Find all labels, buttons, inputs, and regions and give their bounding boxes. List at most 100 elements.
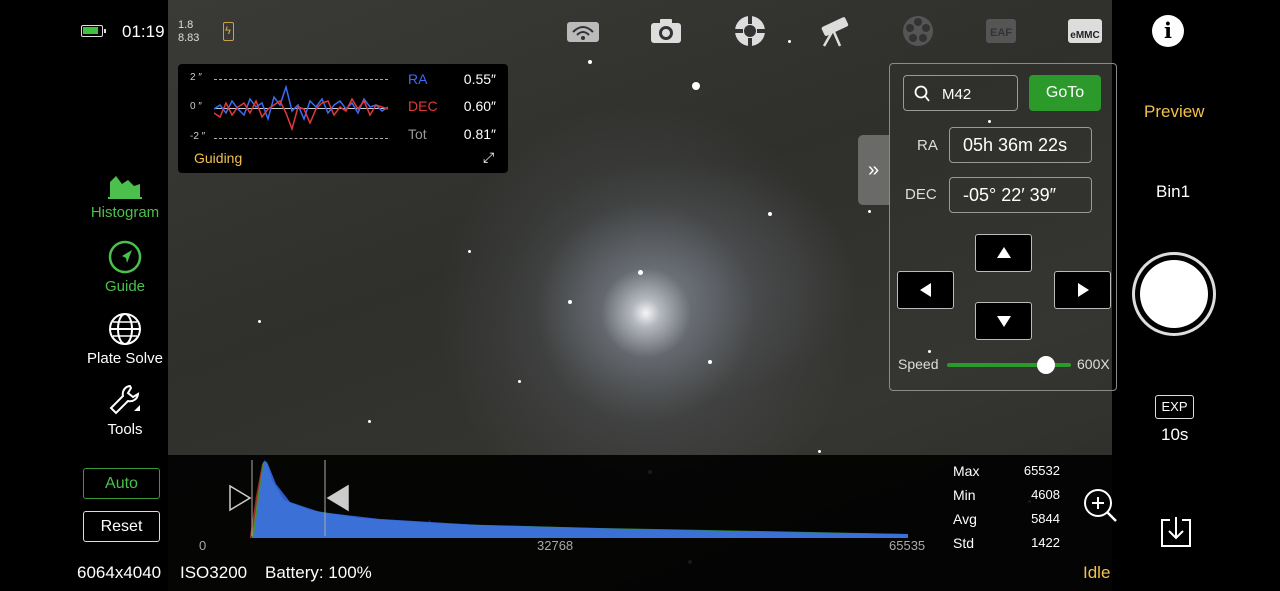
speed-slider-knob[interactable] xyxy=(1037,356,1056,374)
telescope-icon[interactable] xyxy=(816,14,852,48)
move-up-button[interactable] xyxy=(975,234,1032,272)
globe-icon xyxy=(109,313,141,345)
small-readout: 1.8 8.83 xyxy=(178,19,199,45)
stat-min-label: Min xyxy=(953,487,976,503)
speed-label: Speed xyxy=(898,356,939,372)
star xyxy=(368,420,371,423)
move-down-button[interactable] xyxy=(975,302,1032,340)
star xyxy=(518,380,521,383)
guide-dec-value: 0.60″ xyxy=(463,98,496,114)
histogram-blue xyxy=(254,460,908,538)
guide-y-tick-bottom: -2 ″ xyxy=(190,131,206,142)
download-icon[interactable] xyxy=(1158,514,1194,550)
dec-label: DEC xyxy=(905,186,937,203)
guide-dec-line xyxy=(214,97,388,132)
reset-button[interactable]: Reset xyxy=(83,511,160,542)
move-right-button[interactable] xyxy=(1054,271,1111,309)
tool-plate-solve[interactable]: Plate Solve xyxy=(63,312,187,367)
filter-wheel-icon[interactable] xyxy=(900,14,936,48)
star xyxy=(588,60,592,64)
guide-tot-value: 0.81″ xyxy=(463,126,496,142)
emmc-label: eMMC xyxy=(1070,30,1099,41)
guide-tot-label: Tot xyxy=(408,126,427,142)
black-point-handle[interactable] xyxy=(229,484,252,512)
ra-field[interactable]: 05h 36m 22s xyxy=(949,127,1092,163)
camera-icon[interactable] xyxy=(648,14,684,48)
stat-max-label: Max xyxy=(953,463,980,479)
mount-icon[interactable] xyxy=(732,14,768,48)
stat-avg-value: 5844 xyxy=(1031,511,1060,526)
histogram-tick-mid: 32768 xyxy=(537,538,574,553)
guide-graph xyxy=(214,84,388,132)
guide-icon xyxy=(108,240,142,274)
collapse-panel-button[interactable]: » xyxy=(858,135,889,205)
emmc-icon[interactable]: eMMC xyxy=(1066,14,1104,48)
stat-avg-label: Avg xyxy=(953,511,977,527)
goto-button[interactable]: GoTo xyxy=(1029,75,1101,111)
goto-panel: GoTo RA 05h 36m 22s DEC -05° 22′ 39″ Spe… xyxy=(889,63,1117,391)
battery-status: Battery: 100% xyxy=(265,563,372,582)
small-readout-bottom: 8.83 xyxy=(178,32,200,44)
star xyxy=(768,212,772,216)
tool-histogram[interactable]: Histogram xyxy=(63,172,187,221)
clock: 01:19 xyxy=(122,22,165,41)
tool-tools-label: Tools xyxy=(107,421,143,438)
wifi-icon[interactable] xyxy=(565,14,601,48)
search-input[interactable] xyxy=(942,83,1014,105)
star xyxy=(468,250,471,253)
zoom-in-icon[interactable] xyxy=(1082,487,1118,523)
shutter-button[interactable] xyxy=(1132,252,1216,336)
stat-std-value: 1422 xyxy=(1031,535,1060,550)
star xyxy=(708,360,712,364)
tool-plate-solve-label: Plate Solve xyxy=(87,350,163,367)
exp-value[interactable]: 10s xyxy=(1161,425,1188,445)
guiding-title: Guiding xyxy=(194,150,243,166)
stat-max-value: 65532 xyxy=(1023,463,1060,478)
guide-ra-value: 0.55″ xyxy=(463,71,496,87)
guiding-panel[interactable]: 2 ″ 0 ″ -2 ″ RA 0.55″ DEC 0.60″ Tot 0.81… xyxy=(178,64,508,173)
ra-label: RA xyxy=(917,137,938,154)
arrow-right-icon xyxy=(1077,283,1089,297)
guide-y-tick-top: 2 ″ xyxy=(190,72,202,83)
move-left-button[interactable] xyxy=(897,271,954,309)
bin-setting[interactable]: Bin1 xyxy=(1156,182,1190,202)
histogram-tick-0: 0 xyxy=(199,538,207,553)
wrench-icon xyxy=(109,384,140,415)
dec-field[interactable]: -05° 22′ 39″ xyxy=(949,177,1092,213)
arrow-left-icon xyxy=(919,283,931,297)
auto-stretch-button[interactable]: Auto xyxy=(83,468,160,499)
image-resolution: 6064x4040 xyxy=(77,563,162,582)
preview-mode[interactable]: Preview xyxy=(1144,102,1204,122)
histogram-tick-max: 65535 xyxy=(889,538,926,553)
stat-std-label: Std xyxy=(953,535,975,551)
eaf-label: EAF xyxy=(990,27,1012,39)
tool-tools[interactable]: Tools xyxy=(63,383,187,438)
star xyxy=(638,270,643,275)
info-icon[interactable]: i xyxy=(1152,15,1184,47)
speed-slider[interactable] xyxy=(947,356,1071,374)
star xyxy=(258,320,261,323)
star xyxy=(868,210,871,213)
expand-icon[interactable]: ⤢ xyxy=(483,149,494,166)
star xyxy=(568,300,572,304)
star xyxy=(788,40,791,43)
guide-dec-label: DEC xyxy=(408,98,438,114)
eaf-icon[interactable]: EAF xyxy=(983,14,1019,48)
arrow-up-icon xyxy=(996,247,1011,258)
histogram-chart[interactable] xyxy=(200,456,920,544)
battery-icon xyxy=(81,25,106,37)
tool-histogram-label: Histogram xyxy=(90,204,160,221)
stat-min-value: 4608 xyxy=(1031,487,1060,502)
charging-icon: ϟ xyxy=(223,22,234,41)
tool-guide-label: Guide xyxy=(104,278,146,295)
exp-label[interactable]: EXP xyxy=(1155,395,1194,419)
star xyxy=(818,450,821,453)
star xyxy=(692,82,700,90)
iso-value: ISO3200 xyxy=(180,563,248,582)
guide-y-tick-mid: 0 ″ xyxy=(190,101,202,112)
arrow-down-icon xyxy=(996,316,1011,327)
search-box[interactable] xyxy=(903,75,1018,111)
white-point-handle[interactable] xyxy=(326,484,349,512)
tool-guide[interactable]: Guide xyxy=(63,240,187,295)
histogram-icon xyxy=(108,176,142,199)
